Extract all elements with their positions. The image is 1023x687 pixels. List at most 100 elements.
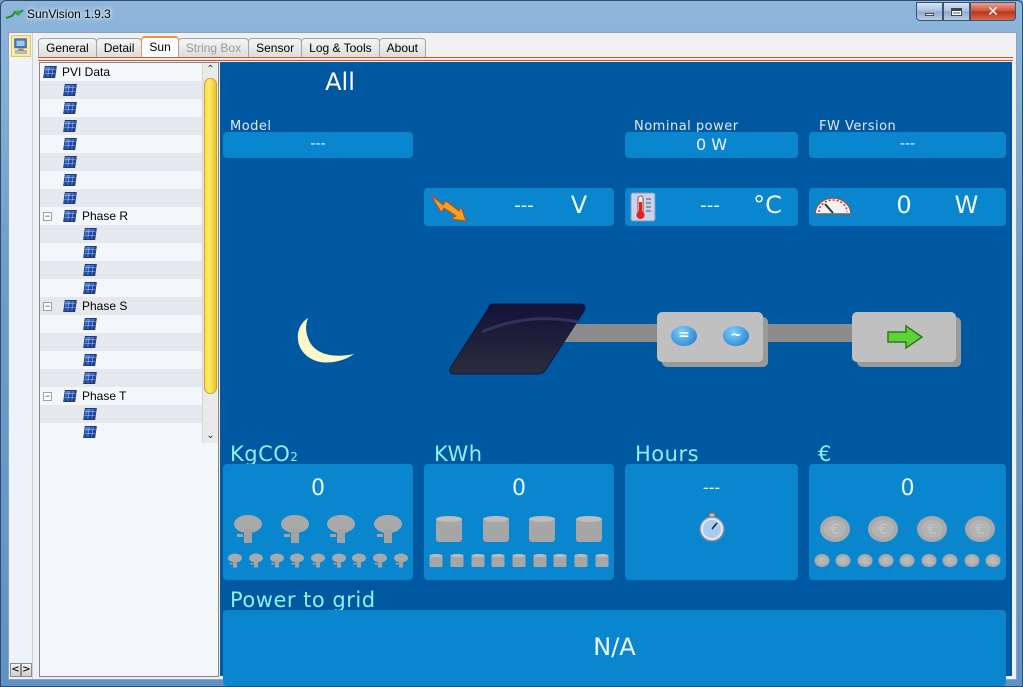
tree-item[interactable] — [40, 81, 218, 99]
tree-item[interactable] — [40, 243, 218, 261]
tree-item[interactable] — [40, 135, 218, 153]
tree-icon — [248, 553, 263, 568]
tree-item[interactable] — [40, 423, 218, 441]
tab-log-tools[interactable]: Log & Tools — [301, 38, 380, 58]
computer-icon[interactable] — [11, 35, 31, 57]
inverter-box: = ~ — [657, 312, 763, 362]
solar-panel-icon — [83, 318, 97, 330]
solar-panel-icon — [43, 66, 57, 78]
tree-icon — [372, 553, 387, 568]
tree-item[interactable] — [40, 279, 218, 297]
tree-icon — [228, 553, 243, 568]
tree-item[interactable] — [40, 351, 218, 369]
svg-text:€: € — [948, 557, 952, 565]
lightning-icon — [430, 194, 467, 222]
coin-icon: € — [814, 554, 830, 567]
tab-sensor[interactable]: Sensor — [248, 38, 303, 58]
solar-panel-icon — [83, 354, 97, 366]
gauge-icon — [814, 197, 852, 215]
svg-text:€: € — [841, 557, 845, 565]
battery-icons-large — [426, 514, 612, 544]
tree-icon — [373, 515, 402, 543]
power-to-grid-value: N/A — [593, 633, 636, 661]
svg-text:€: € — [927, 522, 936, 538]
battery-icon — [471, 554, 485, 567]
tree-item[interactable] — [40, 99, 218, 117]
tree-rows: PVI Data − Phase R − Phase S − Phase T — [40, 63, 218, 441]
title-bar[interactable]: SunVision 1.9.3 ✕ — [1, 1, 1022, 29]
tree-item[interactable] — [40, 315, 218, 333]
maximize-icon — [951, 7, 962, 16]
kgco2-label-text: KgCO — [230, 442, 291, 466]
kgco2-box: 0 — [223, 464, 413, 580]
tree-icon — [290, 553, 305, 568]
tree-detail-area — [39, 443, 219, 677]
coin-icon: € — [921, 554, 937, 567]
tree-item[interactable] — [40, 405, 218, 423]
moon-icon — [297, 318, 354, 363]
thermometer-icon — [630, 192, 656, 222]
coin-icons-large: € € € € — [811, 514, 1004, 544]
nav-prev-button[interactable]: < — [10, 663, 21, 677]
sun-panel: All Model --- Nominal power 0 W FW Versi… — [220, 62, 1012, 686]
tree-scrollbar[interactable]: ⌃ ⌄ — [202, 63, 218, 443]
solar-panel-icon — [63, 192, 77, 204]
tree-item[interactable] — [40, 369, 218, 387]
tab-sun[interactable]: Sun — [141, 36, 179, 58]
collapse-toggle-icon[interactable]: − — [43, 212, 52, 221]
tree-group-phase-s[interactable]: − Phase S — [40, 297, 218, 315]
tree-icons-large — [225, 514, 411, 544]
battery-icon — [529, 516, 556, 542]
dc-icon: = — [671, 326, 697, 346]
tab-string-box: String Box — [177, 38, 250, 58]
close-button[interactable]: ✕ — [970, 2, 1016, 21]
tree-item[interactable] — [40, 261, 218, 279]
svg-text:€: € — [862, 557, 866, 565]
tab-detail[interactable]: Detail — [95, 38, 143, 58]
coin-icon: € — [964, 554, 980, 567]
solar-panel-icon — [63, 156, 77, 168]
minimize-button[interactable] — [916, 2, 943, 21]
maximize-button[interactable] — [943, 2, 970, 21]
battery-icon — [482, 516, 509, 542]
tree-group-phase-t[interactable]: − Phase T — [40, 387, 218, 405]
tab-general[interactable]: General — [38, 38, 97, 58]
voltage-value: --- — [514, 195, 534, 216]
tab-divider — [38, 57, 1013, 61]
svg-text:€: € — [991, 557, 995, 565]
tree-label: Phase R — [82, 209, 129, 223]
coin-icon: € — [857, 554, 873, 567]
battery-icons-small — [426, 552, 612, 568]
solar-panel-icon — [63, 300, 77, 312]
tree-item[interactable] — [40, 333, 218, 351]
close-icon: ✕ — [987, 3, 999, 20]
grid-box — [852, 312, 956, 362]
tree-item[interactable] — [40, 171, 218, 189]
app-window: SunVision 1.9.3 ✕ < > General Detail Sun… — [0, 0, 1023, 687]
tree-item[interactable] — [40, 153, 218, 171]
tree-icon — [352, 553, 367, 568]
nav-next-button[interactable]: > — [21, 663, 32, 677]
tree-icon — [310, 553, 325, 568]
power-unit: W — [954, 191, 979, 219]
kgco2-label: KgCO2 — [230, 442, 298, 466]
tree-item[interactable] — [40, 117, 218, 135]
collapse-toggle-icon[interactable]: − — [43, 392, 52, 401]
solar-panel-icon — [83, 408, 97, 420]
svg-text:€: € — [879, 522, 888, 538]
minimize-icon — [925, 12, 934, 16]
scroll-down-icon[interactable]: ⌄ — [203, 429, 218, 443]
solar-panel-icon — [63, 138, 77, 150]
power-to-grid-box: N/A — [223, 610, 1006, 686]
tab-about[interactable]: About — [378, 38, 426, 58]
tree-icon — [331, 553, 346, 568]
tree-root[interactable]: PVI Data — [40, 63, 218, 81]
tree-group-phase-r[interactable]: − Phase R — [40, 207, 218, 225]
tree-item[interactable] — [40, 189, 218, 207]
tree-item[interactable] — [40, 225, 218, 243]
temperature-box: --- °C — [625, 188, 798, 226]
scroll-up-icon[interactable]: ⌃ — [203, 63, 218, 77]
solar-panel-icon — [63, 210, 77, 222]
collapse-toggle-icon[interactable]: − — [43, 302, 52, 311]
scroll-thumb[interactable] — [204, 78, 217, 394]
